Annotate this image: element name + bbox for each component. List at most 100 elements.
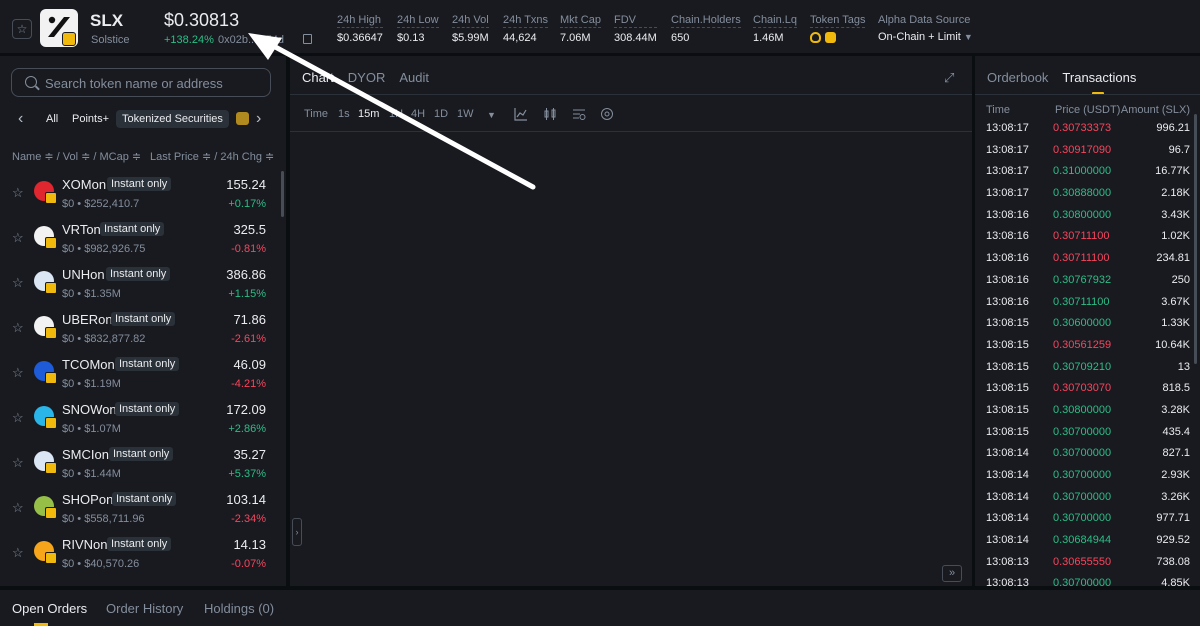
token-symbol: SLX bbox=[90, 11, 124, 30]
interval-15m[interactable]: 15m bbox=[358, 108, 379, 120]
list-item[interactable]: ☆ SMCIon Instant only $0 • $1.44M 35.27 … bbox=[0, 441, 286, 486]
token-vol-mcap: $0 • $1.35M bbox=[62, 288, 121, 300]
sort-name-header[interactable]: Name ≑ / Vol ≑ / MCap ≑ bbox=[12, 150, 141, 163]
tx-amount: 3.26K bbox=[1161, 490, 1190, 503]
instant-only-badge: Instant only bbox=[115, 357, 180, 371]
stat-24h-low: 24h Low $0.13 bbox=[397, 14, 439, 44]
instant-only-badge: Instant only bbox=[107, 177, 172, 191]
list-item[interactable]: ☆ TCOMon Instant only $0 • $1.19M 46.09 … bbox=[0, 351, 286, 396]
tx-amount: 738.08 bbox=[1156, 555, 1190, 568]
filter-points[interactable]: Points+ bbox=[66, 110, 115, 128]
right-tabs: Orderbook Transactions bbox=[987, 70, 1136, 95]
token-price: $0.30813 bbox=[164, 10, 240, 30]
tab-transactions[interactable]: Transactions bbox=[1062, 70, 1136, 95]
interval-1d[interactable]: 1D bbox=[434, 108, 448, 120]
tab-order-history[interactable]: Order History bbox=[106, 601, 183, 616]
stat-fdv: FDV 308.44M bbox=[614, 14, 657, 44]
expand-icon[interactable]: ⤢ bbox=[944, 70, 958, 85]
tx-amount: 234.81 bbox=[1156, 252, 1190, 265]
chevron-right-icon[interactable]: › bbox=[256, 110, 261, 128]
tx-amount: 250 bbox=[1171, 273, 1190, 286]
filter-badge-icon[interactable] bbox=[236, 112, 249, 125]
star-icon[interactable]: ☆ bbox=[12, 320, 24, 336]
divider bbox=[290, 94, 972, 95]
star-icon[interactable]: ☆ bbox=[12, 545, 24, 561]
tx-amount: 827.1 bbox=[1162, 447, 1190, 460]
token-name: XOMon bbox=[62, 177, 107, 192]
interval-1h[interactable]: 1H bbox=[389, 108, 403, 120]
tab-open-orders[interactable]: Open Orders bbox=[12, 601, 87, 616]
table-row: 13:08:16 0.30711100 1.02K bbox=[975, 226, 1200, 248]
list-item[interactable]: ☆ VRTon Instant only $0 • $982,926.75 32… bbox=[0, 216, 286, 261]
interval-dropdown-icon[interactable]: ▼ bbox=[487, 110, 496, 120]
list-item[interactable]: ☆ SNOWon Instant only $0 • $1.07M 172.09… bbox=[0, 396, 286, 441]
stat-24h-txns: 24h Txns 44,624 bbox=[503, 14, 549, 44]
contract-address[interactable]: 0x02b... c54d bbox=[218, 34, 284, 46]
tx-price: 0.30800000 bbox=[1053, 403, 1112, 416]
list-item[interactable]: ☆ XOMon Instant only $0 • $252,410.7 155… bbox=[0, 171, 286, 216]
copy-icon[interactable] bbox=[303, 34, 312, 44]
scrollbar[interactable] bbox=[281, 171, 284, 217]
list-item[interactable]: ☆ UBERon Instant only $0 • $832,877.82 7… bbox=[0, 306, 286, 351]
table-row: 13:08:14 0.30700000 827.1 bbox=[975, 443, 1200, 465]
interval-1w[interactable]: 1W bbox=[457, 108, 474, 120]
interval-1s[interactable]: 1s bbox=[338, 108, 350, 120]
collapse-sidebar-toggle[interactable]: › bbox=[292, 518, 302, 546]
tab-dyor[interactable]: DYOR bbox=[348, 70, 386, 85]
stat-label: Chain.Lq bbox=[753, 14, 798, 28]
tx-price: 0.30561259 bbox=[1053, 338, 1112, 351]
tx-amount: 3.43K bbox=[1161, 208, 1190, 221]
interval-4h[interactable]: 4H bbox=[411, 108, 425, 120]
search-input[interactable]: Search token name or address bbox=[45, 76, 223, 91]
star-icon[interactable]: ☆ bbox=[12, 365, 24, 381]
list-item[interactable]: ☆ UNHon Instant only $0 • $1.35M 386.86 … bbox=[0, 261, 286, 306]
stat-value: $5.99M bbox=[452, 32, 489, 44]
tx-time: 13:08:15 bbox=[986, 425, 1029, 438]
tx-time: 13:08:16 bbox=[986, 252, 1029, 265]
token-icon bbox=[34, 406, 57, 429]
star-icon[interactable]: ☆ bbox=[12, 455, 24, 471]
tx-time: 13:08:16 bbox=[986, 230, 1029, 243]
indicators-icon[interactable] bbox=[572, 107, 586, 121]
star-icon[interactable]: ☆ bbox=[12, 275, 24, 291]
tx-amount: 929.52 bbox=[1156, 534, 1190, 547]
tx-amount: 996.21 bbox=[1156, 122, 1190, 134]
token-vol-mcap: $0 • $832,877.82 bbox=[62, 333, 146, 345]
tx-price: 0.30711100 bbox=[1053, 230, 1110, 243]
settings-icon[interactable] bbox=[600, 107, 614, 121]
tab-chart[interactable]: Chart bbox=[302, 70, 334, 85]
list-item[interactable]: ☆ RIVNon Instant only $0 • $40,570.26 14… bbox=[0, 531, 286, 576]
stat-label: 24h Txns bbox=[503, 14, 549, 28]
star-icon[interactable]: ☆ bbox=[12, 500, 24, 516]
table-row: 13:08:14 0.30700000 2.93K bbox=[975, 465, 1200, 487]
star-icon[interactable]: ☆ bbox=[12, 410, 24, 426]
tx-price: 0.30888000 bbox=[1053, 187, 1112, 200]
table-row: 13:08:15 0.30600000 1.33K bbox=[975, 313, 1200, 335]
data-source[interactable]: Alpha Data Source On-Chain + Limit ▼ bbox=[878, 14, 973, 43]
line-chart-icon[interactable] bbox=[514, 107, 528, 121]
tab-audit[interactable]: Audit bbox=[399, 70, 429, 85]
double-arrow-icon[interactable]: » bbox=[942, 565, 962, 582]
tx-time: 13:08:17 bbox=[986, 143, 1029, 156]
favorite-star-icon[interactable]: ☆ bbox=[12, 19, 32, 39]
tx-price: 0.30767932 bbox=[1053, 273, 1112, 286]
star-icon[interactable]: ☆ bbox=[12, 230, 24, 246]
filter-tokenized-securities[interactable]: Tokenized Securities bbox=[116, 110, 229, 128]
tx-amount: 96.7 bbox=[1168, 143, 1190, 156]
filter-all[interactable]: All bbox=[40, 110, 64, 128]
tab-orderbook[interactable]: Orderbook bbox=[987, 70, 1048, 85]
table-row: 13:08:16 0.30767932 250 bbox=[975, 270, 1200, 292]
chevron-left-icon[interactable]: ‹ bbox=[18, 110, 23, 128]
star-icon[interactable]: ☆ bbox=[12, 185, 24, 201]
search-box[interactable]: Search token name or address bbox=[11, 68, 271, 97]
stat-24h-high: 24h High $0.36647 bbox=[337, 14, 383, 44]
alpha-tag-icon bbox=[825, 32, 836, 43]
chart-canvas[interactable] bbox=[290, 131, 972, 586]
candlestick-icon[interactable] bbox=[543, 107, 557, 121]
scrollbar[interactable] bbox=[1194, 114, 1197, 364]
sort-price-header[interactable]: Last Price ≑ / 24h Chg ≑ bbox=[150, 150, 274, 163]
tab-holdings[interactable]: Holdings (0) bbox=[204, 601, 274, 616]
table-row: 13:08:14 0.30700000 3.26K bbox=[975, 487, 1200, 509]
tx-time: 13:08:16 bbox=[986, 208, 1029, 221]
list-item[interactable]: ☆ SHOPon Instant only $0 • $558,711.96 1… bbox=[0, 486, 286, 531]
